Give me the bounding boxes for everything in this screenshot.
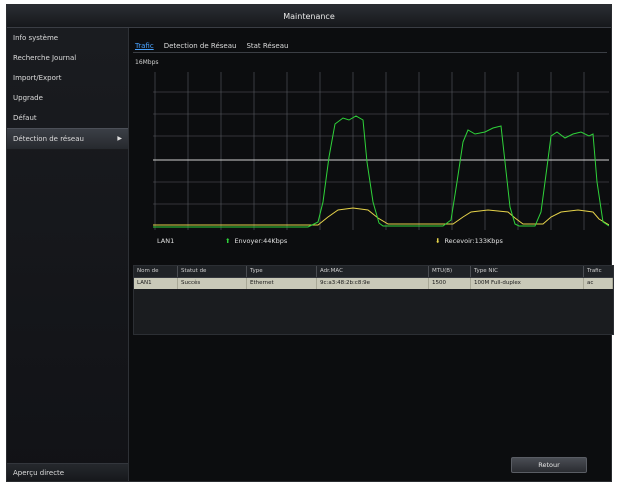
sidebar-item-label: Info système [13,34,59,42]
column-header[interactable]: Trafic [584,266,613,277]
table-cell: 9c:a3:48:2b:c8:9e [317,278,429,289]
table-row[interactable]: LAN1 Succès Ethernet 9c:a3:48:2b:c8:9e 1… [134,278,613,289]
sidebar-item-import-export[interactable]: Import/Export [7,68,128,88]
sidebar-item-network-detection[interactable]: Détection de réseau ▶ [7,128,128,150]
sidebar-item-label: Upgrade [13,94,43,102]
lan-label: LAN1 [157,237,175,245]
main-panel: Trafic Detection de Réseau Stat Réseau 1… [129,28,614,481]
table-cell: Ethernet [247,278,317,289]
tab-traffic[interactable]: Trafic [135,42,154,50]
sidebar-item-log-search[interactable]: Recherche Journal [7,48,128,68]
column-header[interactable]: Type [247,266,317,277]
traffic-graph [153,72,609,230]
tab-network-stat[interactable]: Stat Réseau [246,42,288,50]
receive-rate-label: Recevoir:133Kbps [444,237,503,245]
column-header[interactable]: Nom de [134,266,178,277]
sidebar: Info système Recherche Journal Import/Ex… [7,28,129,481]
maintenance-window: Maintenance Info système Recherche Journ… [6,4,614,482]
table-cell: ac [584,278,613,289]
column-header[interactable]: Adr.MAC [317,266,429,277]
sidebar-item-label: Recherche Journal [13,54,77,62]
arrow-down-icon: ⬇ [435,237,441,245]
arrow-up-icon: ⬆ [225,237,231,245]
table-cell: Succès [178,278,247,289]
sidebar-item-default[interactable]: Défaut [7,108,128,128]
table-cell: LAN1 [134,278,178,289]
tab-divider [133,52,607,53]
tab-network-detection[interactable]: Detection de Réseau [164,42,237,50]
sidebar-item-label: Import/Export [13,74,62,82]
send-rate-label: Envoyer:44Kbps [234,237,288,245]
back-button[interactable]: Retour [511,457,587,473]
network-table: Nom de Statut de Type Adr.MAC MTU(B) Typ… [133,265,614,335]
sidebar-item-label: Défaut [13,114,37,122]
legend-receive: ⬇ Recevoir:133Kbps [435,237,503,245]
legend-send: ⬆ Envoyer:44Kbps [225,237,287,245]
tab-bar: Trafic Detection de Réseau Stat Réseau [135,42,288,50]
sidebar-item-upgrade[interactable]: Upgrade [7,88,128,108]
window-title: Maintenance [283,11,335,21]
table-cell: 100M Full-duplex [471,278,584,289]
sidebar-item-label: Détection de réseau [13,135,84,143]
graph-unit-label: 16Mbps [135,59,159,66]
sidebar-item-system-info[interactable]: Info système [7,28,128,48]
chevron-right-icon: ▶ [117,135,122,142]
title-bar: Maintenance [7,5,611,28]
graph-background [153,72,609,230]
table-header: Nom de Statut de Type Adr.MAC MTU(B) Typ… [134,266,613,278]
column-header[interactable]: Type NIC [471,266,584,277]
column-header[interactable]: Statut de [178,266,247,277]
live-view-button[interactable]: Aperçu directe [7,463,128,481]
column-header[interactable]: MTU(B) [429,266,471,277]
legend-interface: LAN1 [157,237,174,245]
table-cell: 1500 [429,278,471,289]
